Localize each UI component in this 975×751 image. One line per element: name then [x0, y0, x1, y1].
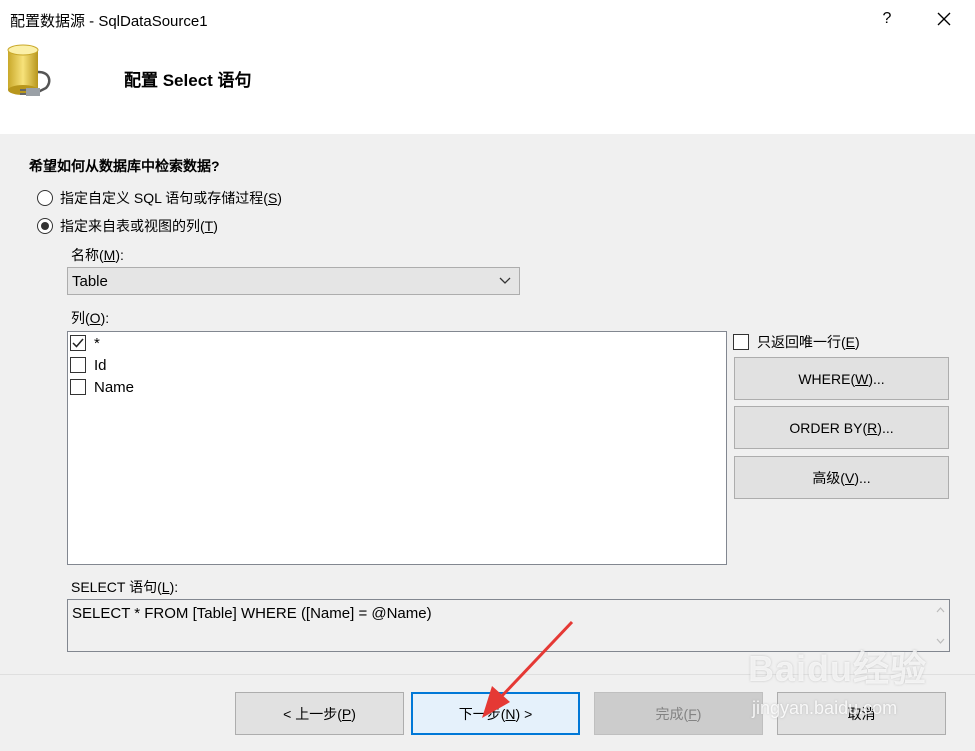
sql-textbox[interactable]: SELECT * FROM [Table] WHERE ([Name] = @N…	[67, 599, 950, 652]
dropdown-value: Table	[72, 273, 108, 290]
close-button[interactable]	[928, 4, 960, 34]
database-plug-icon	[4, 42, 64, 102]
radio-button[interactable]	[37, 218, 53, 234]
radio-label: 指定自定义 SQL 语句或存储过程(S)	[60, 190, 282, 206]
name-label: 名称(M):	[71, 247, 124, 263]
radio-custom-sql[interactable]: 指定自定义 SQL 语句或存储过程(S)	[37, 188, 282, 208]
checkbox[interactable]	[70, 379, 86, 395]
checkbox[interactable]	[733, 334, 749, 350]
unique-rows-checkbox[interactable]: 只返回唯一行(E)	[733, 332, 860, 352]
checkbox-label: 只返回唯一行(E)	[757, 334, 860, 350]
page-title: 配置 Select 语句	[124, 71, 252, 90]
previous-button[interactable]: < 上一步(P)	[235, 692, 404, 735]
radio-table-columns[interactable]: 指定来自表或视图的列(T)	[37, 216, 218, 236]
column-label: Id	[94, 356, 107, 374]
question-label: 希望如何从数据库中检索数据?	[29, 158, 220, 174]
radio-label: 指定来自表或视图的列(T)	[60, 218, 218, 234]
sql-label: SELECT 语句(L):	[71, 579, 179, 595]
advanced-button[interactable]: 高级(V)...	[734, 456, 949, 499]
column-item-id[interactable]: Id	[70, 355, 107, 375]
table-name-dropdown[interactable]: Table	[67, 267, 520, 295]
chevron-down-icon	[499, 277, 511, 284]
order-by-button[interactable]: ORDER BY(R)...	[734, 406, 949, 449]
sql-text: SELECT * FROM [Table] WHERE ([Name] = @N…	[72, 605, 432, 622]
checkbox[interactable]	[70, 335, 86, 351]
finish-button[interactable]: 完成(F)	[594, 692, 763, 735]
columns-label: 列(O):	[71, 310, 110, 326]
where-button[interactable]: WHERE(W)...	[734, 357, 949, 400]
column-item-star[interactable]: *	[70, 333, 100, 353]
next-button[interactable]: 下一步(N) >	[411, 692, 580, 735]
cancel-button[interactable]: 取消	[777, 692, 946, 735]
window-title: 配置数据源 - SqlDataSource1	[10, 13, 208, 30]
column-label: *	[94, 334, 100, 352]
column-item-name[interactable]: Name	[70, 377, 134, 397]
close-icon	[937, 12, 951, 26]
help-button[interactable]: ?	[872, 6, 902, 32]
checkbox[interactable]	[70, 357, 86, 373]
column-label: Name	[94, 378, 135, 396]
radio-button[interactable]	[37, 190, 53, 206]
checkmark-icon	[72, 338, 84, 348]
scrollbar[interactable]	[932, 600, 949, 651]
columns-list[interactable]: * Id Name	[67, 331, 727, 565]
